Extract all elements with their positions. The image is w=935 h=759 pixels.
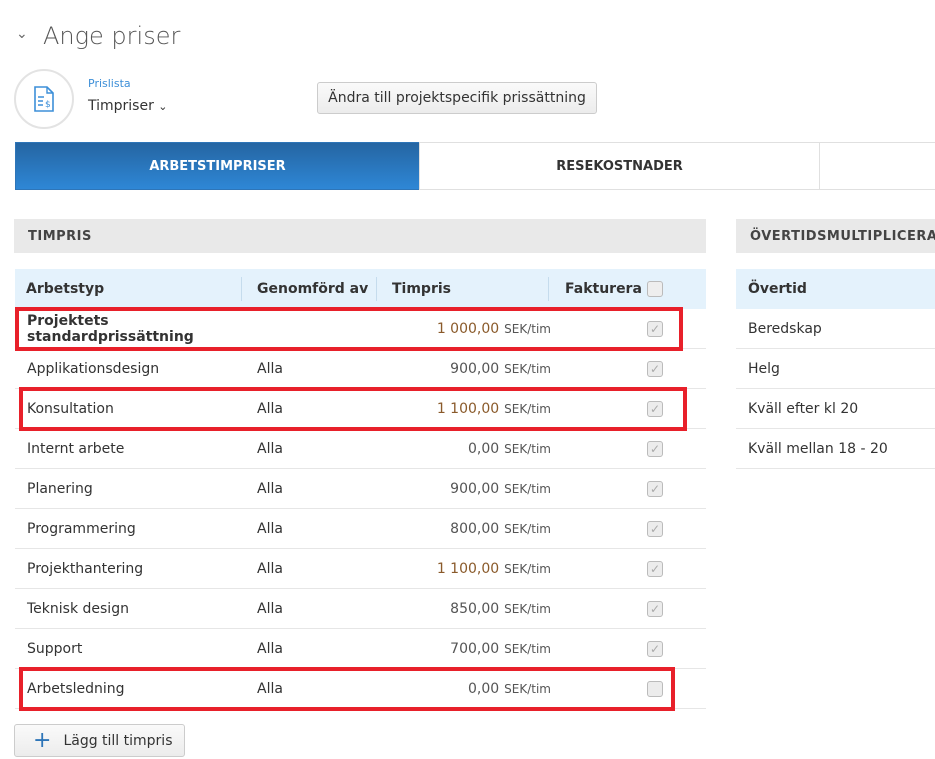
price-unit: SEK/tim (504, 362, 551, 376)
table-row[interactable]: Projekthantering Alla 1 100,00 SEK/tim ✓ (15, 549, 706, 589)
overtime-row[interactable]: Kväll efter kl 20 (736, 389, 935, 429)
row-genomford-av: Alla (257, 641, 283, 657)
overtime-table-header: Övertid (736, 269, 935, 309)
overtime-row[interactable]: Kväll mellan 18 - 20 (736, 429, 935, 469)
price-unit: SEK/tim (504, 522, 551, 536)
price-unit: SEK/tim (504, 482, 551, 496)
collapse-chevron-icon[interactable]: ⌄ (16, 26, 28, 42)
fakturera-checkbox[interactable]: ✓ (647, 361, 663, 377)
row-arbetstyp: Internt arbete (27, 441, 125, 457)
timpris-table-header: Arbetstyp Genomförd av Timpris Fakturera (15, 269, 706, 309)
fakturera-checkbox[interactable]: ✓ (647, 481, 663, 497)
tab-resekostnader[interactable]: RESEKOSTNADER (419, 142, 820, 190)
table-row[interactable]: Applikationsdesign Alla 900,00 SEK/tim ✓ (15, 349, 706, 389)
row-timpris: 850,00 SEK/tim (391, 589, 551, 629)
price-value: 700,00 (450, 641, 500, 657)
change-pricing-button[interactable]: Ändra till projektspecifik prissättning (317, 82, 597, 114)
price-value: 850,00 (450, 601, 500, 617)
fakturera-checkbox[interactable]: ✓ (647, 641, 663, 657)
row-timpris: 700,00 SEK/tim (391, 629, 551, 669)
row-timpris: 0,00 SEK/tim (391, 429, 551, 469)
price-value: 1 100,00 (436, 561, 500, 577)
fakturera-checkbox[interactable]: ✓ (647, 561, 663, 577)
overtime-row[interactable]: Beredskap (736, 309, 935, 349)
price-value: 0,00 (467, 441, 500, 457)
price-value: 900,00 (450, 361, 500, 377)
price-unit: SEK/tim (504, 642, 551, 656)
row-arbetstyp: Projekthantering (27, 561, 144, 577)
row-arbetstyp: Teknisk design (27, 601, 129, 617)
row-timpris: 900,00 SEK/tim (391, 469, 551, 509)
timpris-section-header: TIMPRIS (14, 219, 706, 253)
col-timpris[interactable]: Timpris (392, 269, 451, 309)
fakturera-checkbox[interactable]: ✓ (647, 441, 663, 457)
add-timpris-button[interactable]: + Lägg till timpris (14, 724, 185, 757)
highlight-box (15, 307, 683, 351)
col-genomford-av[interactable]: Genomförd av (257, 269, 368, 309)
pricelist-dropdown[interactable]: Timpriser ⌄ (88, 98, 168, 114)
chevron-down-icon: ⌄ (158, 100, 168, 113)
highlight-box (19, 667, 675, 711)
price-value: 800,00 (450, 521, 500, 537)
table-row[interactable]: Programmering Alla 800,00 SEK/tim ✓ (15, 509, 706, 549)
price-unit: SEK/tim (504, 442, 551, 456)
row-genomford-av: Alla (257, 361, 283, 377)
select-all-checkbox[interactable] (647, 281, 663, 297)
tab-arbetstimpriser[interactable]: ARBETSTIMPRISER (15, 142, 420, 190)
price-unit: SEK/tim (504, 562, 551, 576)
table-row[interactable]: Support Alla 700,00 SEK/tim ✓ (15, 629, 706, 669)
col-overtid: Övertid (748, 281, 807, 297)
plus-icon: + (33, 727, 52, 753)
pricelist-label: Prislista (88, 77, 131, 90)
pricelist-icon: $ (14, 69, 74, 129)
row-timpris: 1 100,00 SEK/tim (391, 549, 551, 589)
table-row[interactable]: Teknisk design Alla 850,00 SEK/tim ✓ (15, 589, 706, 629)
overtime-row[interactable]: Helg (736, 349, 935, 389)
fakturera-checkbox[interactable]: ✓ (647, 601, 663, 617)
row-timpris: 800,00 SEK/tim (391, 509, 551, 549)
row-timpris: 900,00 SEK/tim (391, 349, 551, 389)
price-unit: SEK/tim (504, 602, 551, 616)
fakturera-checkbox[interactable]: ✓ (647, 521, 663, 537)
row-genomford-av: Alla (257, 561, 283, 577)
price-value: 900,00 (450, 481, 500, 497)
table-row[interactable]: Planering Alla 900,00 SEK/tim ✓ (15, 469, 706, 509)
highlight-box (19, 387, 687, 431)
row-arbetstyp: Applikationsdesign (27, 361, 160, 377)
row-genomford-av: Alla (257, 481, 283, 497)
row-genomford-av: Alla (257, 521, 283, 537)
row-arbetstyp: Planering (27, 481, 93, 497)
row-genomford-av: Alla (257, 441, 283, 457)
page-title: Ange priser (43, 22, 181, 50)
row-genomford-av: Alla (257, 601, 283, 617)
add-timpris-label: Lägg till timpris (63, 732, 173, 749)
row-arbetstyp: Support (27, 641, 83, 657)
svg-text:$: $ (45, 100, 51, 110)
tab-more[interactable] (819, 142, 935, 190)
col-fakturera: Fakturera (565, 281, 642, 297)
row-arbetstyp: Programmering (27, 521, 136, 537)
table-row[interactable]: Internt arbete Alla 0,00 SEK/tim ✓ (15, 429, 706, 469)
overtime-section-header: ÖVERTIDSMULTIPLICERARE (736, 219, 935, 253)
pricelist-value: Timpriser (88, 98, 154, 114)
col-arbetstyp[interactable]: Arbetstyp (26, 269, 104, 309)
